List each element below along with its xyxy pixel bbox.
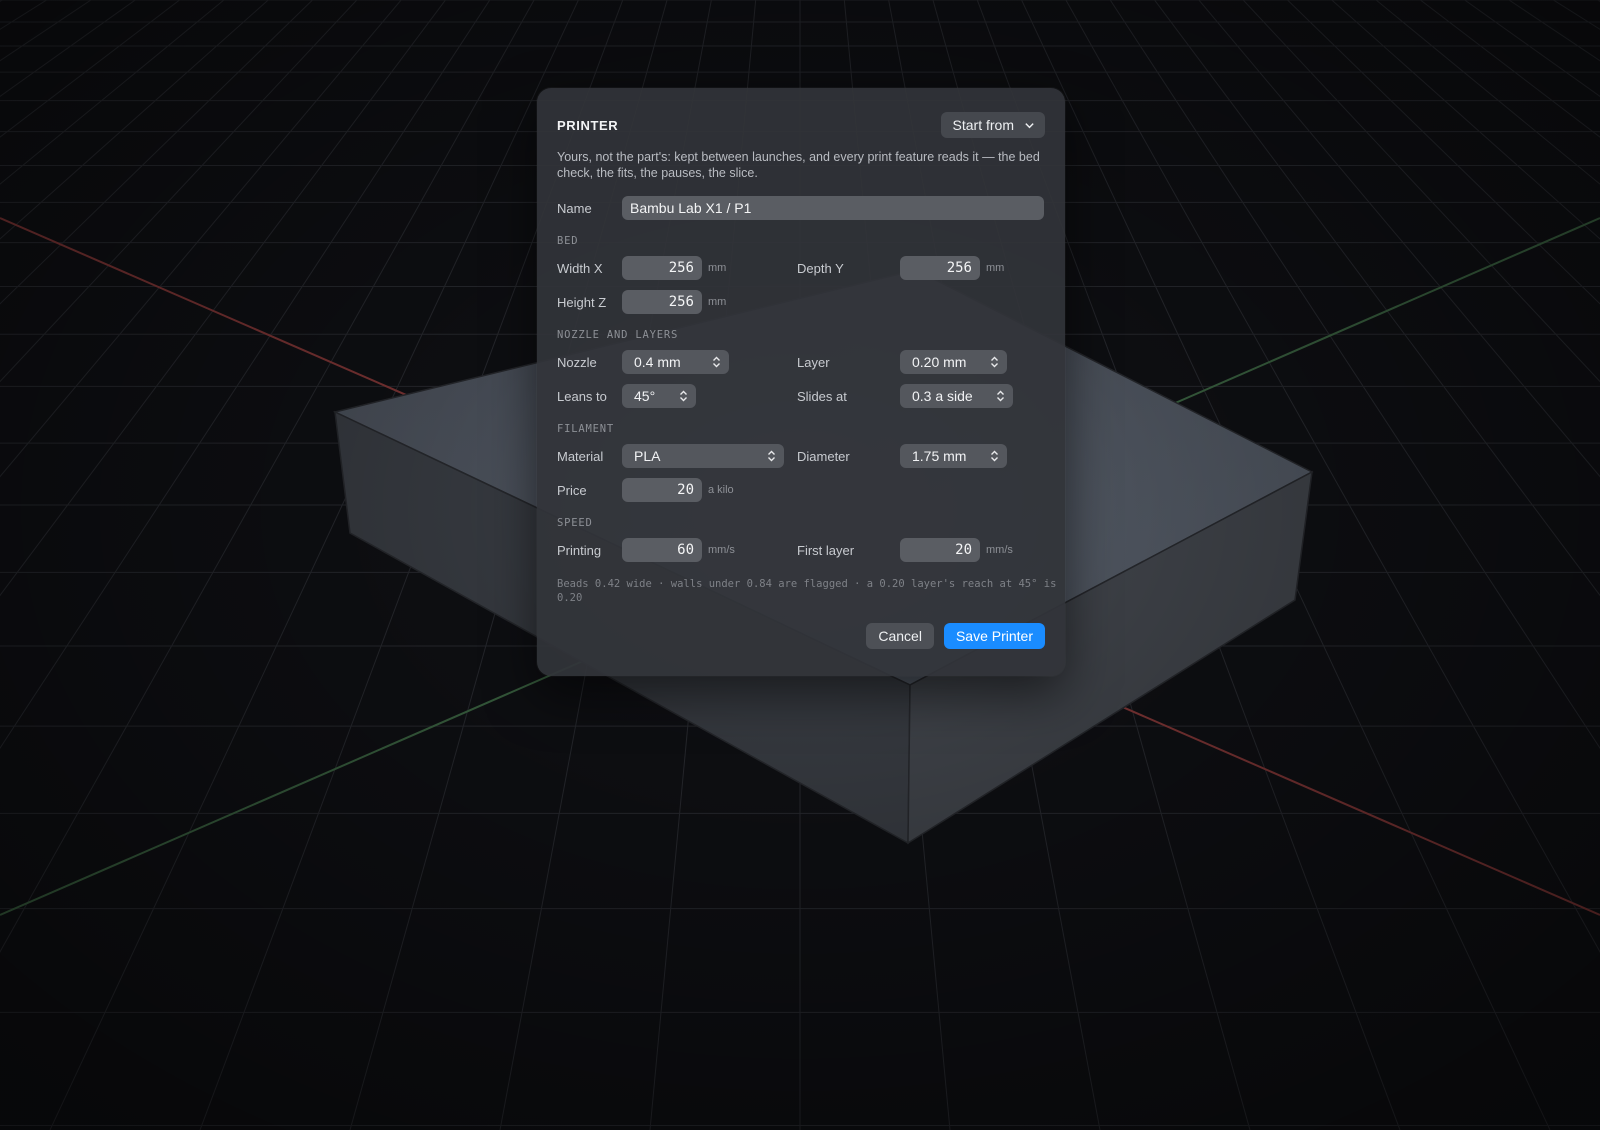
start-from-label: Start from — [952, 117, 1014, 133]
layer-value: 0.20 mm — [912, 354, 967, 370]
first-layer-speed-input[interactable] — [900, 538, 980, 562]
dialog-title: PRINTER — [557, 117, 619, 133]
nozzle-label: Nozzle — [557, 354, 597, 370]
dialog-description: Yours, not the part's: kept between laun… — [557, 150, 1040, 180]
section-nozzle-and-layers: NOZZLE AND LAYERS — [557, 329, 679, 341]
up-down-chevron-icon — [991, 356, 998, 368]
height-z-input[interactable] — [622, 290, 702, 314]
up-down-chevron-icon — [680, 390, 687, 402]
material-select[interactable]: PLA — [622, 444, 784, 468]
printer-name-input[interactable] — [622, 196, 1044, 220]
printer-dialog: PRINTER Start from Yours, not the part's… — [537, 88, 1065, 676]
price-unit: a kilo — [708, 484, 734, 496]
start-from-dropdown[interactable]: Start from — [940, 112, 1045, 138]
material-value: PLA — [634, 448, 661, 464]
printing-speed-input[interactable] — [622, 538, 702, 562]
material-label: Material — [557, 448, 604, 464]
first-layer-speed-unit: mm/s — [986, 544, 1013, 556]
height-z-label: Height Z — [557, 294, 607, 310]
diameter-value: 1.75 mm — [912, 448, 967, 464]
section-filament: FILAMENT — [557, 423, 614, 435]
save-printer-button[interactable]: Save Printer — [943, 623, 1045, 649]
diameter-select[interactable]: 1.75 mm — [900, 444, 1007, 468]
height-z-unit: mm — [708, 296, 727, 308]
section-speed: SPEED — [557, 517, 593, 529]
layer-select[interactable]: 0.20 mm — [900, 350, 1007, 374]
name-label: Name — [557, 200, 592, 216]
width-x-label: Width X — [557, 260, 603, 276]
chevron-down-icon — [1025, 122, 1034, 128]
slides-at-value: 0.3 a side — [912, 388, 973, 404]
up-down-chevron-icon — [997, 390, 1004, 402]
printing-speed-unit: mm/s — [708, 544, 735, 556]
nozzle-value: 0.4 mm — [634, 354, 681, 370]
derived-summary: Beads 0.42 wide · walls under 0.84 are f… — [557, 578, 1057, 604]
printing-label: Printing — [557, 542, 602, 558]
depth-y-unit: mm — [986, 262, 1005, 274]
slides-at-label: Slides at — [797, 388, 847, 404]
slides-at-select[interactable]: 0.3 a side — [900, 384, 1013, 408]
leans-to-select[interactable]: 45° — [622, 384, 696, 408]
up-down-chevron-icon — [991, 450, 998, 462]
first-layer-label: First layer — [797, 542, 855, 558]
leans-to-value: 45° — [634, 388, 656, 404]
price-label: Price — [557, 482, 587, 498]
width-x-input[interactable] — [622, 256, 702, 280]
up-down-chevron-icon — [713, 356, 720, 368]
price-input[interactable] — [622, 478, 702, 502]
depth-y-input[interactable] — [900, 256, 980, 280]
nozzle-select[interactable]: 0.4 mm — [622, 350, 729, 374]
up-down-chevron-icon — [768, 450, 775, 462]
section-bed: BED — [557, 235, 579, 247]
depth-y-label: Depth Y — [797, 260, 844, 276]
layer-label: Layer — [797, 354, 830, 370]
leans-to-label: Leans to — [557, 388, 607, 404]
width-x-unit: mm — [708, 262, 727, 274]
cancel-button[interactable]: Cancel — [866, 623, 934, 649]
diameter-label: Diameter — [797, 448, 850, 464]
